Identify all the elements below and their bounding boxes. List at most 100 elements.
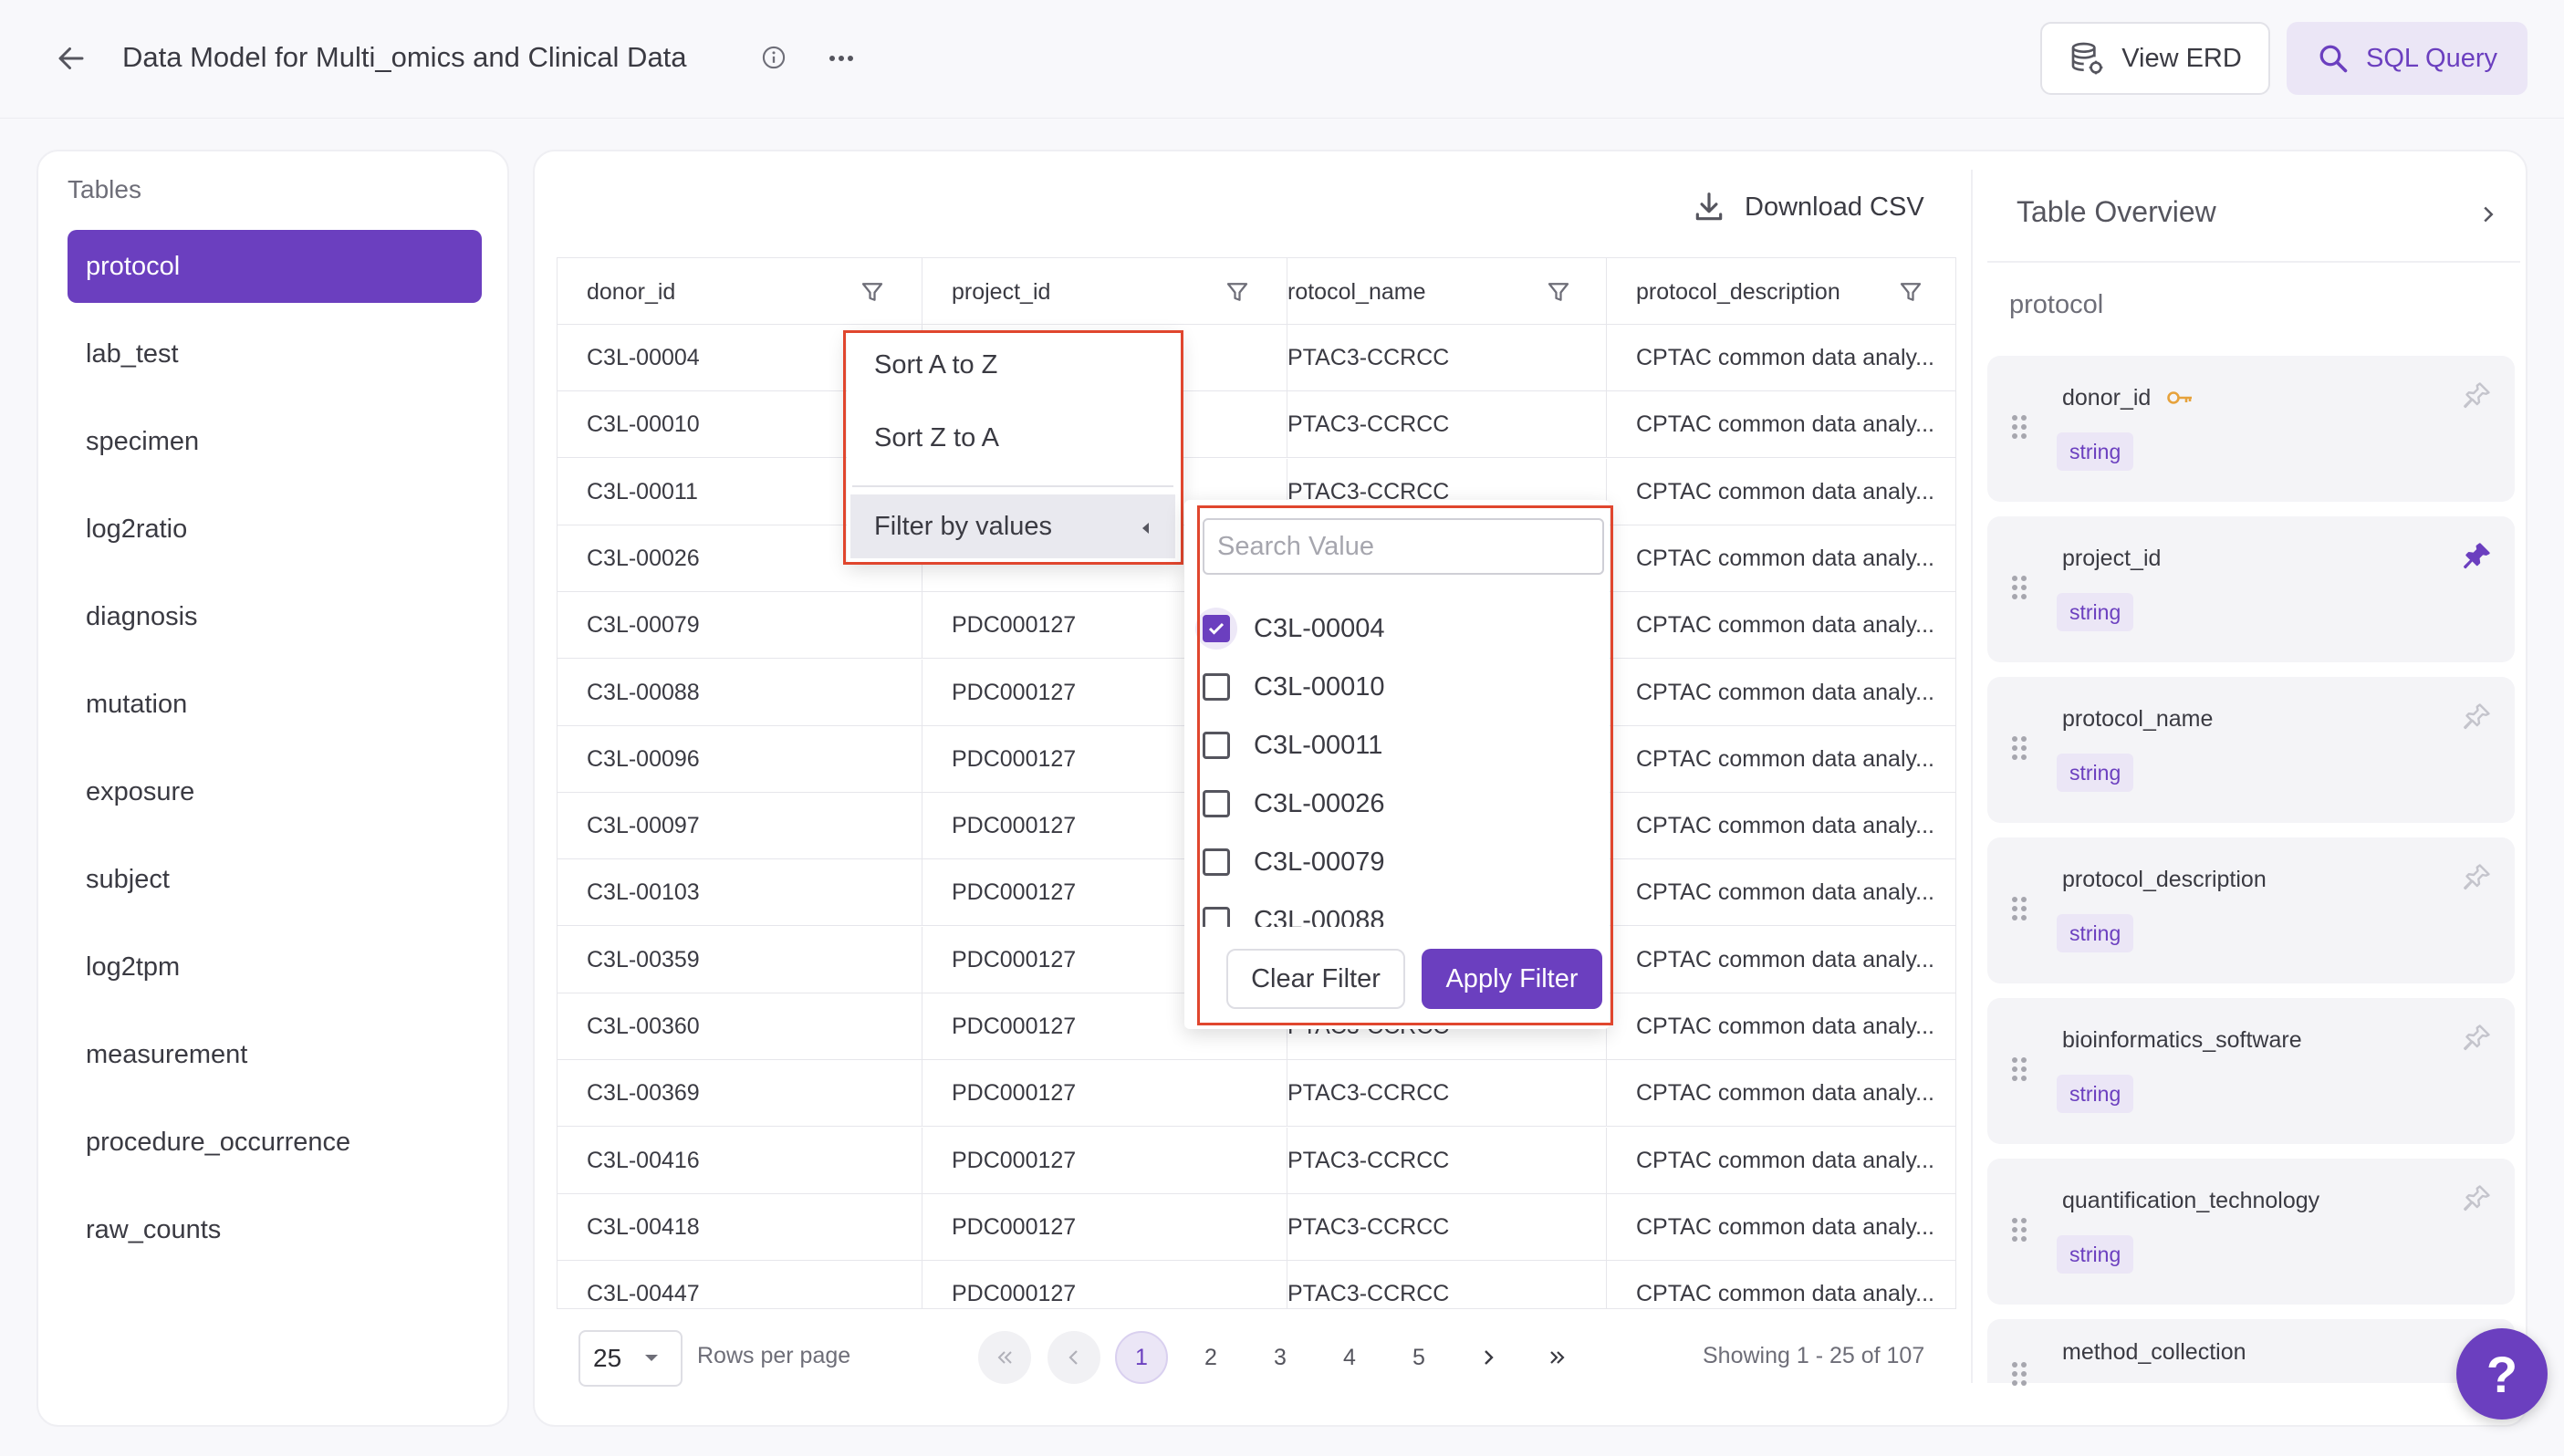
sidebar-item-diagnosis[interactable]: diagnosis: [68, 580, 482, 653]
cell-donor-id: C3L-00103: [558, 859, 922, 927]
chevron-right-icon: [1477, 1347, 1499, 1368]
table-row[interactable]: C3L-00416 PDC000127 PTAC3-CCRCC CPTAC commo…: [558, 1127, 1955, 1194]
cell-donor-id: C3L-00079: [558, 592, 922, 660]
pin-icon[interactable]: [2460, 380, 2493, 412]
filter-option[interactable]: C3L-00088: [1203, 898, 1385, 927]
cell-protocol-description: CPTAC common data analy...: [1636, 545, 1934, 571]
last-page-button[interactable]: [1531, 1331, 1584, 1384]
field-type-badge: string: [2057, 754, 2134, 792]
first-page-button[interactable]: [978, 1331, 1031, 1384]
pin-icon[interactable]: [2460, 861, 2493, 894]
checkbox-icon[interactable]: [1203, 790, 1230, 817]
drag-handle-icon[interactable]: [2009, 412, 2029, 442]
rows-per-page-select[interactable]: 25: [578, 1330, 683, 1387]
page-2-button[interactable]: 2: [1184, 1331, 1237, 1384]
filter-option[interactable]: C3L-00026: [1203, 781, 1385, 827]
sidebar-item-lab-test[interactable]: lab_test: [68, 317, 482, 390]
field-card[interactable]: quantification_technology string: [1987, 1159, 2515, 1305]
drag-handle-icon[interactable]: [2009, 573, 2029, 602]
sidebar-item-mutation[interactable]: mutation: [68, 668, 482, 741]
field-card[interactable]: bioinformatics_software string: [1987, 998, 2515, 1144]
pin-icon[interactable]: [2460, 701, 2493, 733]
cell-donor-id: C3L-00447: [558, 1261, 922, 1308]
page-3-button[interactable]: 3: [1254, 1331, 1307, 1384]
page-4-button[interactable]: 4: [1323, 1331, 1376, 1384]
divider: [1987, 261, 2520, 263]
filter-funnel-icon[interactable]: [859, 278, 886, 306]
drag-handle-icon[interactable]: [2009, 1215, 2029, 1244]
field-card[interactable]: protocol_description string: [1987, 837, 2515, 983]
column-header-project-id[interactable]: project_id: [922, 258, 1287, 326]
filter-options-list[interactable]: C3L-00004 C3L-00010 C3L-00011 C3L-00026 C3L-…: [1184, 591, 1610, 927]
sql-query-button[interactable]: SQL Query: [2287, 22, 2528, 95]
drag-handle-icon[interactable]: [2009, 1055, 2029, 1084]
sidebar-item-log2ratio[interactable]: log2ratio: [68, 493, 482, 566]
cell-project-id: PDC000127: [922, 1193, 1287, 1261]
checkbox-checked-icon[interactable]: [1203, 615, 1230, 642]
page-5-button[interactable]: 5: [1392, 1331, 1445, 1384]
more-options-icon[interactable]: [823, 40, 860, 77]
filter-by-values-item[interactable]: Filter by values: [850, 494, 1175, 558]
sidebar-item-measurement[interactable]: measurement: [68, 1018, 482, 1091]
search-value-input[interactable]: [1203, 518, 1604, 575]
download-csv-label: Download CSV: [1745, 192, 1924, 222]
sidebar-item-exposure[interactable]: exposure: [68, 755, 482, 828]
table-row[interactable]: C3L-00369 PDC000127 PTAC3-CCRCC CPTAC commo…: [558, 1060, 1955, 1128]
field-card[interactable]: protocol_name string: [1987, 677, 2515, 823]
column-header-protocol-name[interactable]: rotocol_name: [1287, 258, 1607, 326]
sort-z-to-a-item[interactable]: Sort Z to A: [874, 423, 999, 453]
cell-donor-id: C3L-00360: [558, 993, 922, 1060]
table-row[interactable]: C3L-00447 PDC000127 PTAC3-CCRCC CPTAC commo…: [558, 1261, 1955, 1308]
filter-funnel-icon[interactable]: [1224, 278, 1251, 306]
drag-handle-icon[interactable]: [2009, 733, 2029, 763]
overview-table-name: protocol: [2009, 290, 2104, 319]
filter-option[interactable]: C3L-00010: [1203, 664, 1385, 710]
cell-protocol-description: CPTAC common data analy...: [1636, 1281, 1934, 1307]
filter-funnel-icon[interactable]: [1897, 278, 1924, 306]
checkbox-icon[interactable]: [1203, 848, 1230, 876]
apply-filter-button[interactable]: Apply Filter: [1422, 949, 1602, 1009]
info-icon[interactable]: [761, 45, 787, 70]
column-header-protocol-description[interactable]: protocol_description: [1607, 258, 1955, 326]
page-1-button[interactable]: 1: [1115, 1331, 1168, 1384]
field-card[interactable]: donor_id string: [1987, 356, 2515, 502]
table-row[interactable]: C3L-00010 PTAC3-CCRCC CPTAC common data an…: [558, 391, 1955, 459]
filter-option[interactable]: C3L-00011: [1203, 723, 1382, 768]
checkbox-icon[interactable]: [1203, 732, 1230, 759]
database-icon: [2069, 40, 2105, 77]
back-arrow-icon[interactable]: [49, 36, 93, 80]
sidebar-item-procedure-occurrence[interactable]: procedure_occurrence: [68, 1106, 482, 1179]
drag-handle-icon[interactable]: [2009, 1359, 2029, 1388]
field-card[interactable]: project_id string: [1987, 516, 2515, 662]
field-card[interactable]: method_collection: [1987, 1319, 2515, 1386]
menu-divider: [852, 485, 1173, 487]
prev-page-button[interactable]: [1047, 1331, 1100, 1384]
sidebar-item-specimen[interactable]: specimen: [68, 405, 482, 478]
sidebar-item-raw-counts[interactable]: raw_counts: [68, 1193, 482, 1266]
cell-protocol-description: CPTAC common data analy...: [1636, 1213, 1934, 1240]
table-row[interactable]: C3L-00418 PDC000127 PTAC3-CCRCC CPTAC commo…: [558, 1193, 1955, 1261]
pin-icon[interactable]: [2460, 1182, 2493, 1215]
checkbox-icon[interactable]: [1203, 907, 1230, 927]
sidebar-item-log2tpm[interactable]: log2tpm: [68, 931, 482, 1004]
column-header-donor-id[interactable]: donor_id: [558, 258, 922, 326]
next-page-button[interactable]: [1462, 1331, 1515, 1384]
checkbox-icon[interactable]: [1203, 673, 1230, 701]
help-button[interactable]: ?: [2456, 1328, 2548, 1420]
cell-protocol-description: CPTAC common data analy...: [1636, 1080, 1934, 1107]
drag-handle-icon[interactable]: [2009, 894, 2029, 923]
sort-a-to-z-item[interactable]: Sort A to Z: [874, 350, 997, 380]
filter-option[interactable]: C3L-00079: [1203, 839, 1385, 885]
pinned-icon[interactable]: [2460, 540, 2493, 573]
double-chevron-right-icon: [1547, 1347, 1569, 1368]
filter-funnel-icon[interactable]: [1545, 278, 1572, 306]
view-erd-button[interactable]: View ERD: [2040, 22, 2270, 95]
filter-option[interactable]: C3L-00004: [1195, 606, 1385, 651]
clear-filter-button[interactable]: Clear Filter: [1226, 949, 1405, 1009]
sidebar-item-protocol[interactable]: protocol: [68, 230, 482, 303]
download-csv-button[interactable]: Download CSV: [1692, 184, 1924, 230]
collapse-chevron-icon[interactable]: [2475, 201, 2502, 228]
table-row[interactable]: C3L-00004 PTAC3-CCRCC CPTAC common data an…: [558, 325, 1955, 391]
pin-icon[interactable]: [2460, 1022, 2493, 1055]
sidebar-item-subject[interactable]: subject: [68, 843, 482, 916]
